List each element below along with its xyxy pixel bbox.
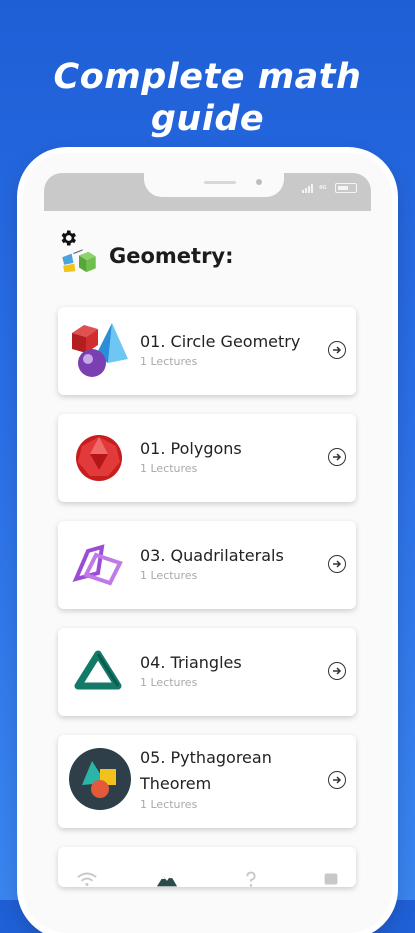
signal-icon xyxy=(302,183,313,193)
polygon-gem-icon xyxy=(76,435,122,481)
phone-notch xyxy=(144,173,284,197)
camera-icon xyxy=(256,179,262,185)
arrow-right-circle-icon[interactable] xyxy=(328,555,346,573)
lesson-subtitle: 1 Lectures xyxy=(140,462,198,475)
network-label: 4G xyxy=(319,184,327,191)
question-icon[interactable] xyxy=(240,869,262,889)
square-icon[interactable] xyxy=(320,869,342,889)
page-title: Geometry: xyxy=(109,244,234,268)
pythagorean-shapes-icon xyxy=(69,748,131,810)
lesson-title: 01. Polygons xyxy=(140,439,242,458)
lesson-title: 03. Quadrilaterals xyxy=(140,546,284,565)
lesson-title: 04. Triangles xyxy=(140,653,242,672)
phone-volume-button xyxy=(17,262,20,292)
triangle-ring-icon xyxy=(74,650,122,690)
lesson-card[interactable]: 04. Triangles 1 Lectures xyxy=(58,628,356,716)
lesson-subtitle: 1 Lectures xyxy=(140,355,198,368)
lesson-subtitle: 1 Lectures xyxy=(140,569,198,582)
phone-power-button xyxy=(395,312,398,372)
wifi-icon[interactable] xyxy=(76,869,98,889)
headline-line-2: guide xyxy=(150,99,265,139)
lesson-subtitle: 1 Lectures xyxy=(140,798,198,811)
arrow-right-circle-icon[interactable] xyxy=(328,771,346,789)
mountain-icon[interactable] xyxy=(156,869,178,889)
app-header: Geometry: xyxy=(58,228,358,278)
lesson-card[interactable]: 01. Polygons 1 Lectures xyxy=(58,414,356,502)
arrow-right-circle-icon[interactable] xyxy=(328,448,346,466)
lesson-card[interactable]: 05. Pythagorean Theorem 1 Lectures xyxy=(58,735,356,828)
speaker-icon xyxy=(204,181,236,184)
bottom-nav xyxy=(44,861,371,901)
lesson-title: 05. Pythagorean Theorem xyxy=(140,748,272,793)
status-icons: 4G xyxy=(302,183,357,193)
lesson-subtitle: 1 Lectures xyxy=(140,676,198,689)
geometry-logo-icon xyxy=(62,249,96,273)
status-bar: 4G xyxy=(44,173,371,211)
lesson-title: 01. Circle Geometry xyxy=(140,332,301,351)
phone-mockup: 4G Geometry: 01. Circle Geometry 1 Lectu… xyxy=(23,153,392,933)
phone-volume-button xyxy=(17,300,20,348)
shapes-3d-icon xyxy=(72,323,128,377)
phone-volume-button xyxy=(17,354,20,402)
arrow-right-circle-icon[interactable] xyxy=(328,341,346,359)
headline: Complete math guide xyxy=(0,56,415,140)
gear-icon[interactable] xyxy=(58,228,78,248)
battery-icon xyxy=(335,183,357,193)
headline-line-1: Complete math xyxy=(53,57,362,97)
quadrilateral-frames-icon xyxy=(72,544,123,586)
lesson-card[interactable]: 01. Circle Geometry 1 Lectures xyxy=(58,307,356,395)
arrow-right-circle-icon[interactable] xyxy=(328,662,346,680)
lesson-card[interactable]: 03. Quadrilaterals 1 Lectures xyxy=(58,521,356,609)
